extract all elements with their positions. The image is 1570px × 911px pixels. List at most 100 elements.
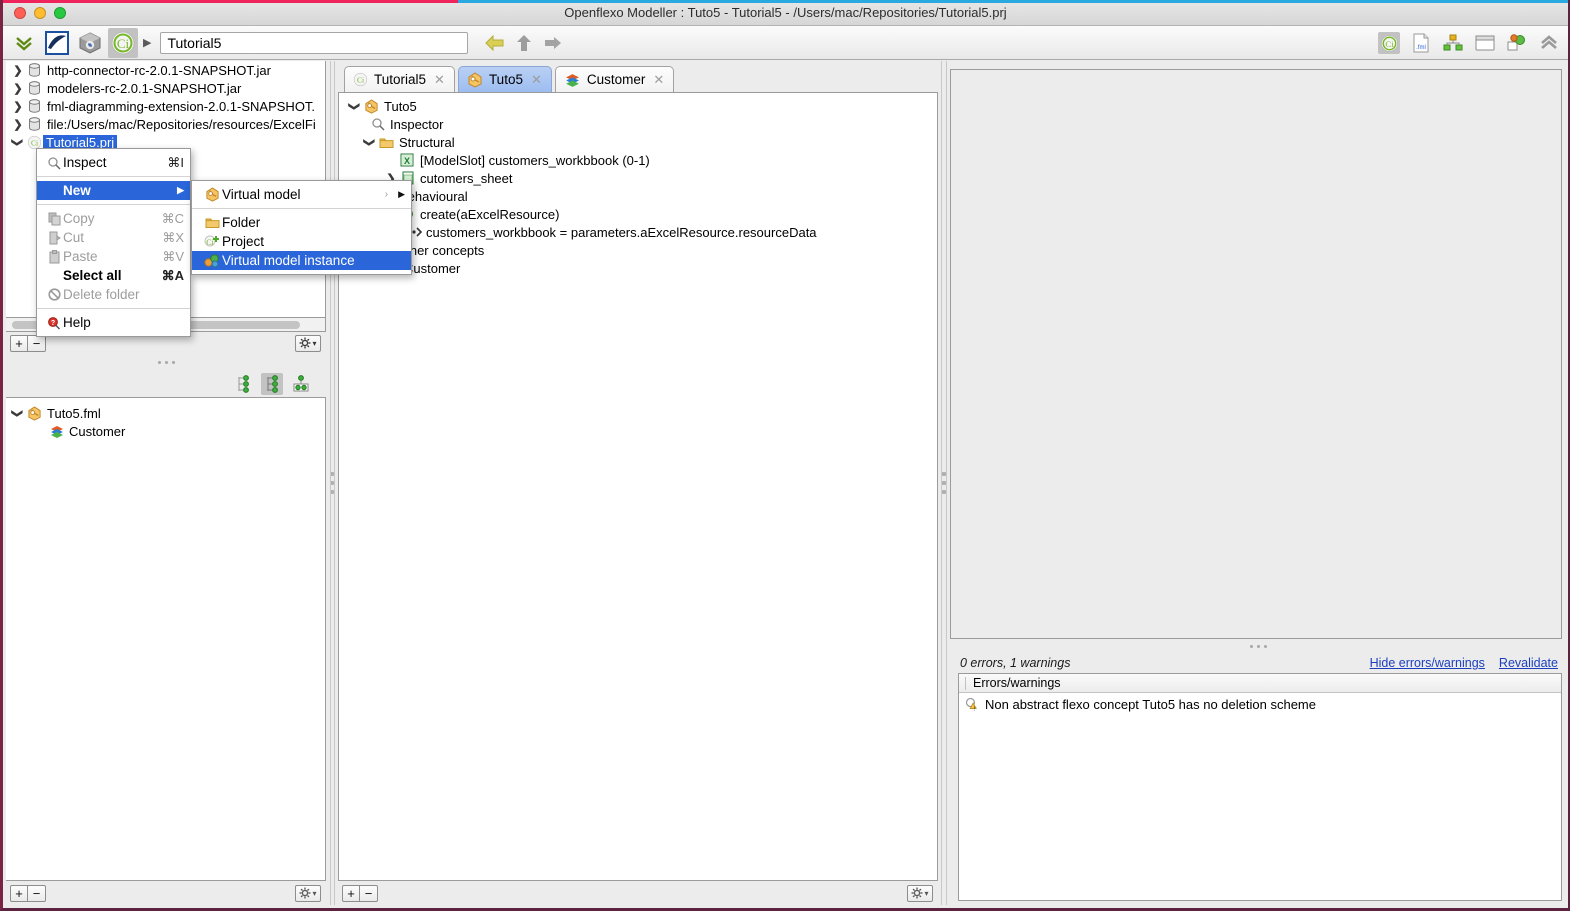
context-menu[interactable]: Inspect ⌘I New ▶ Copy ⌘C Cut ⌘X Paste ⌘V… [36,148,191,337]
project-perspective-icon[interactable]: Ci [1378,32,1400,54]
tree-item-resource[interactable]: ❯ fml-diagramming-extension-2.0.1-SNAPSH… [6,97,325,115]
add-resource-button[interactable]: + [10,334,28,352]
fml-view-mode-bar [6,371,326,397]
close-tab-icon[interactable]: ✕ [434,72,445,88]
chevron-down-icon[interactable]: ❯ [10,407,26,420]
menu-item-select-all[interactable]: Select all ⌘A [37,266,190,285]
remove-resource-button[interactable]: − [28,334,46,352]
minimize-window-button[interactable] [34,6,46,19]
inspector-view[interactable] [950,69,1562,639]
tree-item-flexo-concept[interactable]: Customer [6,422,325,440]
tab-tutorial5[interactable]: Ci Tutorial5 ✕ [344,66,455,92]
tree-item-resource[interactable]: ❯ http-connector-rc-2.0.1-SNAPSHOT.jar [6,61,325,79]
window-title: Openflexo Modeller : Tuto5 - Tutorial5 -… [564,4,1007,20]
model-tree-view[interactable]: ❯ Tuto5 Inspector ❯ Structural X [ModelS… [338,92,938,881]
menu-item-cut: Cut ⌘X [37,228,190,247]
back-arrow-icon[interactable] [485,34,505,52]
chevron-down-icon[interactable]: ❯ [10,136,26,149]
submenu-arrow-icon: ▶ [177,185,184,195]
close-tab-icon[interactable]: ✕ [653,72,664,88]
tree-item-behavioural[interactable]: ❯ Behavioural [339,187,937,205]
menu-item-new[interactable]: New ▶ [37,181,190,200]
tree-view-icon[interactable] [261,373,283,395]
submenu-item-project[interactable]: Ci Project [192,232,411,251]
database-icon [26,99,43,113]
excel-icon: X [399,153,416,168]
chevron-right-icon[interactable]: ❯ [10,100,26,113]
virtual-model-icon [26,405,43,421]
tree-item-resource[interactable]: ❯ modelers-rc-2.0.1-SNAPSHOT.jar [6,79,325,97]
maximize-window-button[interactable] [54,6,66,19]
chevrons-down-icon[interactable] [9,28,39,58]
tree-item-inspector[interactable]: Inspector [339,115,937,133]
close-tab-icon[interactable]: ✕ [531,72,542,88]
diagram-icon[interactable] [1506,32,1528,54]
hide-errors-link[interactable]: Hide errors/warnings [1370,656,1485,670]
tree-item-virtual-model[interactable]: ❯ Tuto5 [339,97,937,115]
resource-path-input[interactable] [160,31,469,54]
menu-item-copy: Copy ⌘C [37,209,190,228]
remove-model-element-button[interactable]: − [360,884,378,902]
errors-table-header: Errors/warnings [959,674,1561,693]
tree-item-model-slot[interactable]: X [ModelSlot] customers_workbbook (0-1) [339,151,937,169]
up-arrow-icon[interactable] [516,34,532,52]
center-right-splitter[interactable] [938,61,950,905]
errors-table[interactable]: Errors/warnings ! Non abstract flexo con… [958,673,1562,901]
context-submenu-new[interactable]: Virtual model › ▶ Folder Ci Project Virt… [191,180,412,275]
graph-view-icon[interactable] [290,373,312,395]
collapse-all-icon[interactable] [1538,32,1560,54]
window-icon[interactable] [1474,32,1496,54]
fml-tree-panel[interactable]: ❯ Tuto5.fml Customer [6,397,326,881]
fml-options-button[interactable]: ▾ [295,884,321,902]
center-options-button[interactable]: ▾ [907,884,933,902]
tab-customer[interactable]: Customer ✕ [554,66,675,92]
resource-options-button[interactable]: ▾ [295,334,321,352]
hierarchy-icon[interactable] [1442,32,1464,54]
add-fml-button[interactable]: + [10,884,28,902]
chevron-right-icon[interactable]: ❯ [10,82,26,95]
chevron-down-icon[interactable]: ❯ [347,100,363,113]
tree-item-assignment[interactable]: customers_workbbook = parameters.aExcelR… [339,223,937,241]
window-controls[interactable] [3,6,66,19]
submenu-item-virtual-model-instance[interactable]: Virtual model instance [192,251,411,270]
menu-item-help[interactable]: ? Help [37,313,190,332]
tab-tuto5[interactable]: Tuto5 ✕ [457,66,552,92]
tree-item-resource[interactable]: ❯ file:/Users/mac/Repositories/resources… [6,115,325,133]
panel-resize-handle[interactable] [6,354,326,371]
forward-arrow-icon[interactable] [543,34,563,52]
openflexo-logo-icon[interactable] [42,28,72,58]
menu-item-label: Cut [63,230,85,245]
menu-item-inspect[interactable]: Inspect ⌘I [37,153,190,172]
flexo-concept-icon [48,424,65,439]
submenu-item-label: Project [222,234,265,249]
tree-item-customer[interactable]: Customer [339,259,937,277]
tree-item-creation-scheme[interactable]: ❯ create(aExcelResource) [339,205,937,223]
close-window-button[interactable] [14,6,26,19]
submenu-item-virtual-model[interactable]: Virtual model › ▶ [192,185,411,204]
table-row[interactable]: ! Non abstract flexo concept Tuto5 has n… [959,693,1561,715]
cube-icon[interactable] [75,28,105,58]
chevron-right-icon[interactable]: ❯ [10,118,26,131]
tree-item-fml-file[interactable]: ❯ Tuto5.fml [6,404,325,422]
list-view-icon[interactable] [232,373,254,395]
tree-item-inner-concepts[interactable]: ❯ Inner concepts [339,241,937,259]
tree-item-sheet[interactable]: ❯ cutomers_sheet [339,169,937,187]
tree-item-structural[interactable]: ❯ Structural [339,133,937,151]
svg-text:?: ? [51,320,55,327]
submenu-item-folder[interactable]: Folder [192,213,411,232]
paste-icon [45,249,63,264]
virtual-model-icon [202,187,222,202]
add-model-element-button[interactable]: + [342,884,360,902]
openflexo-project-icon[interactable]: Ci [108,27,138,58]
chevron-down-icon[interactable]: ❯ [362,136,378,149]
warning-icon: ! [965,697,980,712]
tree-item-label: [ModelSlot] customers_workbbook (0-1) [420,152,650,168]
fml-file-icon[interactable]: .fml [1410,32,1432,54]
errors-column-header: Errors/warnings [973,676,1061,690]
chevron-right-icon[interactable]: ❯ [10,64,26,77]
revalidate-link[interactable]: Revalidate [1499,656,1558,670]
remove-fml-button[interactable]: − [28,884,46,902]
tree-item-label: Tuto5.fml [47,405,101,421]
errors-panel-resize-handle[interactable] [950,639,1566,653]
menu-separator [192,208,411,209]
